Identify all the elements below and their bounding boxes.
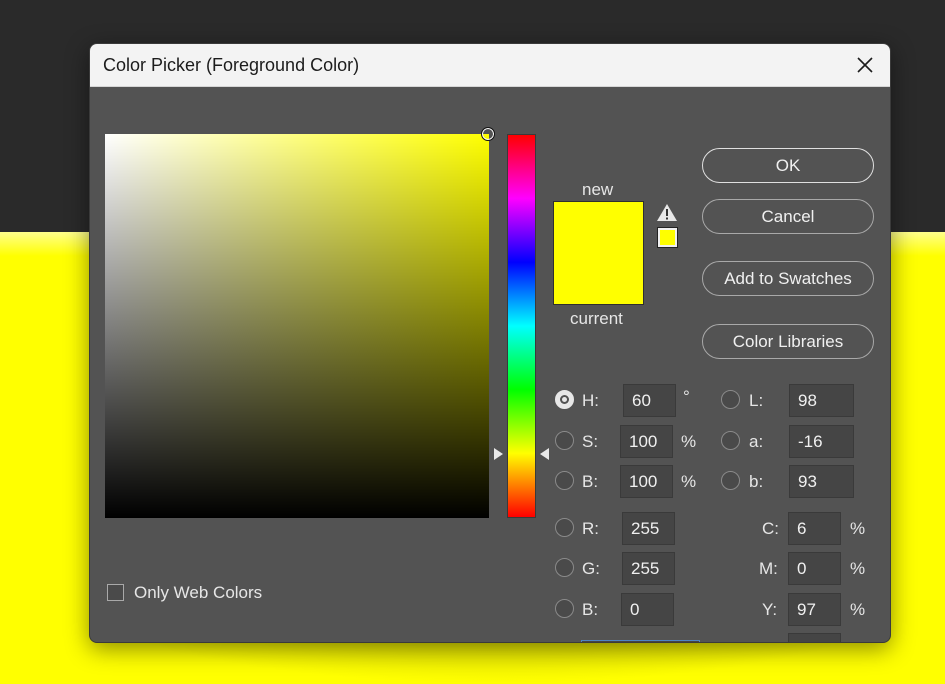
lab-l-field[interactable]: 98 [789, 384, 854, 417]
cyan-field[interactable]: 6 [788, 512, 841, 545]
lab-b-radio[interactable] [721, 471, 740, 490]
lab-l-label: L: [749, 391, 764, 410]
blue-field[interactable]: 0 [621, 593, 674, 626]
hue-label: H: [582, 391, 599, 410]
hue-unit: ° [683, 387, 690, 406]
brightness-field[interactable]: 100 [620, 465, 673, 498]
green-field[interactable]: 255 [622, 552, 675, 585]
hue-slider-right-arrow[interactable] [540, 447, 549, 460]
yellow-unit: % [850, 600, 866, 619]
cyan-label: C: [762, 519, 779, 538]
only-web-colors-checkbox[interactable] [107, 584, 124, 601]
red-field[interactable]: 255 [622, 512, 675, 545]
red-radio[interactable] [555, 518, 574, 537]
green-radio[interactable] [555, 558, 574, 577]
hue-field[interactable]: 60 [623, 384, 676, 417]
ok-button[interactable]: OK [702, 148, 874, 183]
hue-slider-left-arrow[interactable] [494, 447, 503, 460]
black-field[interactable]: 0 [788, 633, 841, 642]
out-of-gamut-warning-icon[interactable] [656, 203, 678, 222]
blue-radio[interactable] [555, 599, 574, 618]
color-field-marker[interactable] [481, 127, 495, 141]
new-label: new [582, 180, 614, 199]
color-picker-dialog: Color Picker (Foreground Color) new curr… [89, 43, 891, 643]
color-preview [553, 201, 644, 305]
dialog-content: new current OK Cancel Add to Swatches Co… [90, 87, 890, 642]
magenta-unit: % [850, 559, 866, 578]
green-label: G: [582, 559, 600, 578]
saturation-field[interactable]: 100 [620, 425, 673, 458]
yellow-field[interactable]: 97 [788, 593, 841, 626]
close-icon [857, 57, 873, 73]
lab-l-radio[interactable] [721, 390, 740, 409]
dialog-titlebar: Color Picker (Foreground Color) [90, 44, 890, 87]
lab-a-field[interactable]: -16 [789, 425, 854, 458]
brightness-unit: % [681, 472, 697, 491]
red-label: R: [582, 519, 599, 538]
black-unit: % [850, 640, 865, 642]
dialog-title: Color Picker (Foreground Color) [103, 55, 360, 75]
hue-radio[interactable] [555, 390, 574, 409]
yellow-label: Y: [762, 600, 778, 619]
magenta-field[interactable]: 0 [788, 552, 841, 585]
hue-slider[interactable] [507, 134, 536, 518]
hex-field[interactable]: ffff00 [581, 640, 700, 642]
blue-label: B: [582, 600, 599, 619]
black-label: K: [762, 640, 778, 642]
gamut-correction-swatch[interactable] [657, 227, 678, 248]
brightness-label: B: [582, 472, 599, 491]
color-libraries-button[interactable]: Color Libraries [702, 324, 874, 359]
magenta-label: M: [759, 559, 778, 578]
saturation-radio[interactable] [555, 431, 574, 450]
new-color-swatch [554, 202, 643, 253]
only-web-colors-label: Only Web Colors [134, 583, 263, 602]
current-label: current [570, 309, 623, 328]
brightness-radio[interactable] [555, 471, 574, 490]
lab-b-label: b: [749, 472, 764, 491]
add-to-swatches-button[interactable]: Add to Swatches [702, 261, 874, 296]
lab-a-radio[interactable] [721, 431, 740, 450]
saturation-label: S: [582, 432, 599, 451]
cancel-button[interactable]: Cancel [702, 199, 874, 234]
cyan-unit: % [850, 519, 866, 538]
saturation-unit: % [681, 432, 697, 451]
lab-a-label: a: [749, 432, 764, 451]
saturation-brightness-field[interactable] [105, 127, 495, 518]
current-color-swatch[interactable] [554, 253, 643, 304]
lab-b-field[interactable]: 93 [789, 465, 854, 498]
close-button[interactable] [848, 50, 882, 80]
